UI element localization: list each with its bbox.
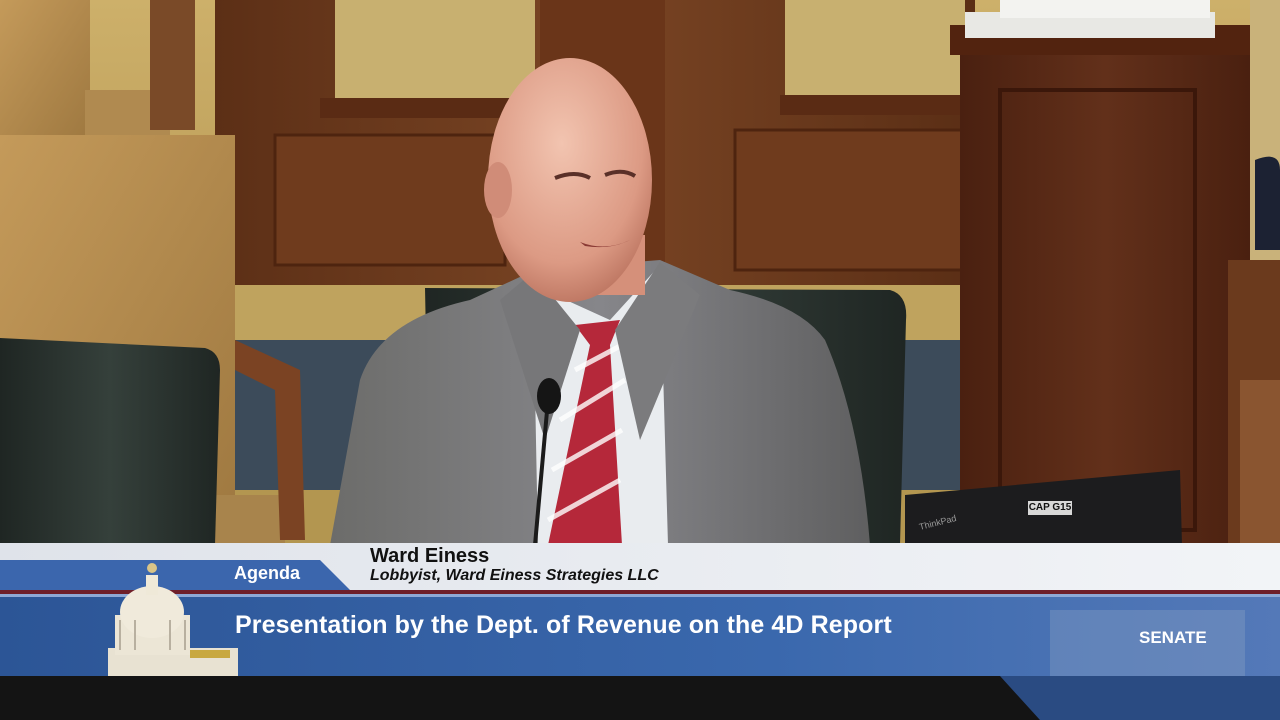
laptop-sticker: CAP G15 (1028, 501, 1072, 515)
video-frame: ThinkPad Ward Einess Lobbyist, Ward Eine… (0, 0, 1280, 720)
agenda-topic: Presentation by the Dept. of Revenue on … (235, 611, 892, 639)
senate-label: SENATE (1139, 628, 1207, 647)
speaker-name: Ward Einess (370, 545, 490, 567)
speaker-title: Lobbyist, Ward Einess Strategies LLC (370, 567, 659, 584)
agenda-label: Agenda (234, 563, 301, 583)
